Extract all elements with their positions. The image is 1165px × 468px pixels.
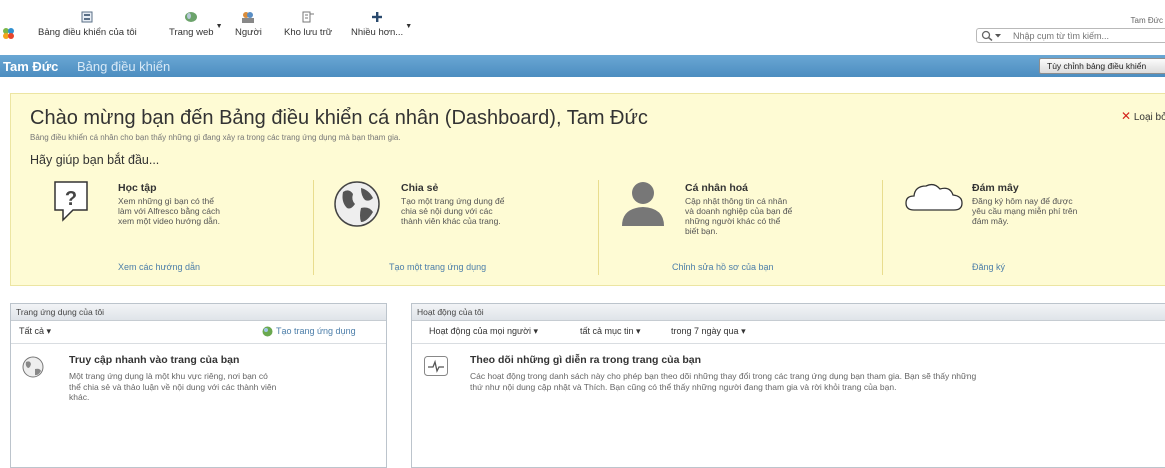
activity-pulse-icon [424,356,448,376]
filter-label: trong 7 ngày qua [671,326,739,336]
welcome-title: Chào mừng bạn đến Bảng điều khiển cá nhâ… [30,107,648,129]
filter-label: Hoạt động của mọi người [429,326,531,336]
chevron-down-icon[interactable]: ▼ [216,23,223,30]
create-site-link[interactable]: Tạo một trang ứng dụng [389,262,486,272]
search-icon[interactable] [981,30,1009,41]
plus-icon [372,12,383,22]
globe-icon [185,12,198,22]
search-input[interactable] [1013,30,1163,41]
create-site-button[interactable]: Tạo trang ứng dụng [262,326,356,337]
nav-label: Người [235,27,262,38]
dashlet-toolbar: Tất cả ▾ Tạo trang ứng dụng [11,321,386,344]
cloud-icon [905,183,963,211]
customize-dashboard-button[interactable]: Tùy chỉnh bảng điều khiển [1039,58,1165,74]
chevron-down-icon: ▾ [636,326,641,336]
welcome-column-personalize: Cá nhân hoá Cập nhật thông tin cá nhân v… [620,180,882,280]
my-sites-dashlet: Trang ứng dụng của tôi Tất cả ▾ Tạo tran… [10,303,387,468]
dashboard-icon [81,11,93,23]
welcome-panel: Chào mừng bạn đến Bảng điều khiển cá nhâ… [10,93,1165,286]
remove-welcome-link[interactable]: ✕ Loại bỏ [1121,109,1165,123]
nav-label: Kho lưu trữ [284,27,333,38]
nav-repository[interactable]: Kho lưu trữ [284,10,332,38]
user-menu[interactable]: Tam Đức [1131,16,1163,25]
chevron-down-icon: ▾ [741,326,746,336]
welcome-column-learn: ? Học tập Xem những gì bạn có thể làm vớ… [53,180,311,280]
chevron-down-icon[interactable]: ▼ [405,23,412,30]
question-icon: ? [54,181,88,222]
nav-sites[interactable]: Trang web ▼ [169,10,223,38]
welcome-subtitle: Bảng điều khiển cá nhân cho bạn thấy nhữ… [30,133,401,142]
alfresco-logo-icon[interactable] [2,27,15,40]
search-box[interactable] [976,28,1165,43]
column-description: Tạo một trang ứng dụng để chia sẻ nội du… [401,196,505,226]
sites-filter-dropdown[interactable]: Tất cả ▾ [19,326,51,337]
nav-label: Nhiều hơn... [351,27,404,38]
empty-state-description: Các hoạt động trong danh sách này cho ph… [470,371,977,392]
app-header: Bảng điều khiển của tôi Trang web ▼ Ngườ… [0,0,1165,48]
column-title: Chia sẻ [401,182,439,194]
filter-label: tất cả mục tin [580,326,634,336]
repository-icon [302,11,315,23]
dashlet-toolbar: Hoạt động của mọi người ▾ tất cả mục tin… [412,321,1165,344]
globe-add-icon [262,326,273,337]
activity-range-filter[interactable]: trong 7 ngày qua ▾ [671,326,746,337]
page-title: Bảng điều khiển [77,59,171,74]
sign-up-link[interactable]: Đăng ký [972,262,1005,272]
column-description: Đăng ký hôm nay để được yêu cầu mạng miễ… [972,196,1078,226]
getting-started-heading: Hãy giúp bạn bắt đầu... [30,153,160,167]
filter-label: Tất cả [19,326,45,336]
nav-my-dashboard[interactable]: Bảng điều khiển của tôi [38,10,137,38]
page-title-bar: Tam Đức Bảng điều khiển [0,55,1165,77]
nav-people[interactable]: Người [235,10,262,38]
welcome-column-share: Chia sẻ Tạo một trang ứng dụng để chia s… [333,180,597,280]
empty-state-title: Theo dõi những gì diễn ra trong trang củ… [470,354,702,366]
globe-icon [22,356,44,378]
nav-more[interactable]: Nhiều hơn... ▼ [351,10,412,38]
svg-text:?: ? [65,188,77,210]
column-divider [313,180,314,275]
empty-state-title: Truy cập nhanh vào trang của bạn [69,354,240,366]
column-title: Học tập [118,182,157,194]
column-title: Đám mây [972,182,1019,194]
remove-label: Loại bỏ [1133,112,1165,123]
column-divider [598,180,599,275]
activity-user-filter[interactable]: Hoạt động của mọi người ▾ [429,326,538,337]
empty-state-description: Một trang ứng dụng là một khu vực riêng,… [69,371,277,402]
column-divider [882,180,883,275]
chevron-down-icon: ▾ [46,326,52,336]
column-description: Cập nhật thông tin cá nhân và doanh nghi… [685,196,793,236]
create-site-label: Tạo trang ứng dụng [276,326,356,336]
chevron-down-icon: ▾ [533,326,539,336]
column-title: Cá nhân hoá [685,182,749,194]
nav-label: Bảng điều khiển của tôi [38,27,137,38]
globe-icon [334,181,380,227]
dashlet-title: Hoạt động của tôi [412,304,1165,321]
my-activities-dashlet: Hoạt động của tôi Hoạt động của mọi ngườ… [411,303,1165,468]
edit-profile-link[interactable]: Chỉnh sửa hồ sơ của bạn [672,262,774,272]
watch-tutorials-link[interactable]: Xem các hướng dẫn [118,262,200,272]
person-icon [622,182,664,226]
page-owner: Tam Đức [3,59,59,74]
people-icon [242,12,255,23]
welcome-column-cloud: Đám mây Đăng ký hôm nay để được yêu cầu … [904,180,1154,280]
nav-label: Trang web [169,27,214,38]
activity-type-filter[interactable]: tất cả mục tin ▾ [580,326,641,337]
dashlet-title: Trang ứng dụng của tôi [11,304,386,321]
close-icon: ✕ [1121,109,1132,123]
column-description: Xem những gì bạn có thể làm với Alfresco… [118,196,220,226]
